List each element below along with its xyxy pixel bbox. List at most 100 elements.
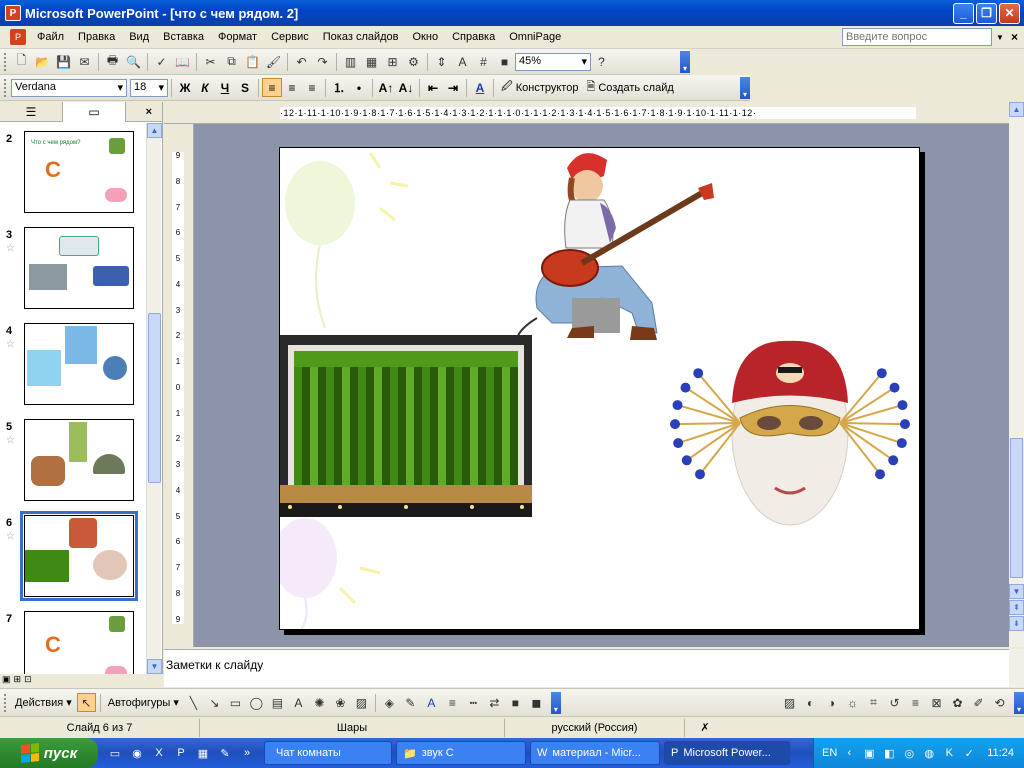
powerpoint-icon[interactable]: P [172, 744, 190, 762]
crop-icon[interactable]: ⌗ [864, 693, 883, 712]
paint-icon[interactable]: ✎ [216, 744, 234, 762]
decrease-indent-icon[interactable]: ⇤ [423, 78, 443, 97]
bullets-icon[interactable]: • [349, 78, 369, 97]
toolbar-options-icon[interactable]: ▾ [550, 691, 561, 714]
spelling-icon[interactable]: ✓ [152, 52, 171, 71]
select-objects-icon[interactable]: ↖ [76, 693, 96, 712]
slide-thumbnail[interactable]: 7 C [0, 611, 147, 674]
menu-file[interactable]: Файл [30, 31, 71, 43]
decrease-font-icon[interactable]: A↓ [396, 78, 416, 97]
menu-window[interactable]: Окно [406, 31, 446, 43]
oval-icon[interactable]: ◯ [247, 693, 266, 712]
autoshapes-menu[interactable]: Автофигуры ▾ [104, 696, 183, 710]
menu-format[interactable]: Формат [211, 31, 264, 43]
guitarist-image[interactable] [512, 148, 722, 348]
slide-thumbnail[interactable]: 4 ☆ [0, 323, 147, 413]
font-color-icon[interactable]: A [422, 693, 441, 712]
chevron-down-icon[interactable]: ▼ [996, 33, 1007, 42]
language-status[interactable]: русский (Россия) [505, 718, 685, 737]
textbox-icon[interactable]: ▤ [268, 693, 287, 712]
new-icon[interactable]: 🗋 [12, 52, 31, 71]
copy-icon[interactable]: ⧉ [222, 52, 241, 71]
italic-button[interactable]: К [195, 78, 215, 97]
numbering-icon[interactable]: ⒈ [329, 78, 349, 97]
menu-tools[interactable]: Сервис [264, 31, 316, 43]
rotate-icon[interactable]: ↺ [885, 693, 904, 712]
menu-insert[interactable]: Вставка [156, 31, 211, 43]
font-select[interactable]: Verdana ▾ [11, 78, 127, 97]
carnival-mask-image[interactable] [665, 333, 915, 533]
ask-question-input[interactable] [841, 28, 992, 46]
toolbar-options-icon[interactable]: ▾ [680, 50, 690, 73]
print-icon[interactable]: 🖶 [103, 52, 122, 71]
clipart-icon[interactable]: ❀ [331, 693, 350, 712]
taskbar-item[interactable]: 📁 звук С [396, 741, 526, 765]
line-style-icon[interactable]: ≡ [443, 693, 462, 712]
permission-icon[interactable]: ✉ [75, 52, 94, 71]
normal-view-icon[interactable]: ▣ [2, 674, 11, 687]
scroll-up-icon[interactable]: ▲ [147, 123, 162, 138]
expand-icon[interactable]: ⇕ [432, 52, 451, 71]
redo-icon[interactable]: ↷ [313, 52, 332, 71]
color-icon[interactable]: ◐ [801, 693, 820, 712]
arrow-icon[interactable]: ↘ [205, 693, 224, 712]
spelling-status-icon[interactable]: ✗ [685, 719, 725, 737]
start-button[interactable]: пуск [0, 738, 98, 768]
theater-stage-image[interactable] [280, 335, 532, 517]
shadow-icon[interactable]: ■ [506, 693, 525, 712]
line-color-icon[interactable]: ✎ [401, 693, 420, 712]
shadow-button[interactable]: S [235, 78, 255, 97]
language-indicator[interactable]: EN [822, 747, 837, 759]
new-slide-button[interactable]: 🗎 Создать слайд [582, 78, 677, 97]
scroll-down-icon[interactable]: ▼ [147, 659, 162, 674]
close-document-button[interactable]: × [1011, 30, 1018, 44]
open-icon[interactable]: 📂 [33, 52, 52, 71]
menu-edit[interactable]: Правка [71, 31, 122, 43]
fill-color-icon[interactable]: ◈ [380, 693, 399, 712]
reset-picture-icon[interactable]: ⟲ [990, 693, 1009, 712]
compress-icon[interactable]: ⊠ [927, 693, 946, 712]
desktop-icon[interactable]: ▭ [106, 744, 124, 762]
align-right-icon[interactable]: ≡ [302, 78, 322, 97]
restore-button[interactable]: ❐ [976, 2, 997, 24]
menu-view[interactable]: Вид [122, 31, 156, 43]
slide-thumbnail[interactable]: 3 ☆ [0, 227, 147, 317]
brightness-icon[interactable]: ☼ [843, 693, 862, 712]
actions-menu[interactable]: Действия ▾ [11, 696, 76, 710]
recolor-icon[interactable]: ✿ [948, 693, 967, 712]
cut-icon[interactable]: ✂ [201, 52, 220, 71]
help-icon[interactable]: ? [592, 52, 611, 71]
toolbar-options-icon[interactable]: ▾ [740, 76, 750, 99]
format-painter-icon[interactable]: 🖌 [264, 52, 283, 71]
taskbar-item[interactable]: Wматериал - Micr... [530, 741, 660, 765]
show-formatting-icon[interactable]: A [453, 52, 472, 71]
slide-thumbnail[interactable]: 2 Что с чем рядом? C [0, 131, 147, 221]
scroll-thumb[interactable] [1010, 438, 1023, 578]
underline-button[interactable]: Ч [215, 78, 235, 97]
3d-icon[interactable]: ◼ [527, 693, 546, 712]
save-icon[interactable]: 💾 [54, 52, 73, 71]
expand-icon[interactable]: » [238, 744, 256, 762]
network-icon[interactable]: ▣ [861, 745, 877, 761]
slide-thumbnail-selected[interactable]: 6 ☆ [0, 511, 147, 605]
slides-tab[interactable]: ▭ [63, 102, 126, 122]
toolbar-grip[interactable] [4, 78, 7, 97]
taskbar-item[interactable]: Чат комнаты [264, 741, 392, 765]
paste-icon[interactable]: 📋 [243, 52, 262, 71]
chevron-left-icon[interactable]: ‹ [841, 745, 857, 761]
print-preview-icon[interactable]: 🔍 [124, 52, 143, 71]
scroll-up-icon[interactable]: ▲ [1009, 102, 1024, 117]
slide-scrollbar[interactable]: ▲ ▼ ⇞ ⇟ [1009, 102, 1024, 647]
color-grayscale-icon[interactable]: ■ [495, 52, 514, 71]
font-size-select[interactable]: 18 ▾ [130, 78, 168, 97]
slide-thumbnail[interactable]: 5 ☆ [0, 419, 147, 509]
menu-omnipage[interactable]: OmniPage [502, 31, 568, 43]
picture-toolbar-icon[interactable]: ▨ [780, 693, 799, 712]
menu-slideshow[interactable]: Показ слайдов [316, 31, 406, 43]
undo-icon[interactable]: ↶ [292, 52, 311, 71]
toolbar-grip[interactable] [4, 693, 7, 712]
insert-diagram-icon[interactable]: ⚙ [404, 52, 423, 71]
toolbar-grip[interactable] [4, 52, 7, 71]
toolbar-options-icon[interactable]: ▾ [1014, 691, 1024, 714]
document-icon[interactable]: P [10, 29, 26, 45]
